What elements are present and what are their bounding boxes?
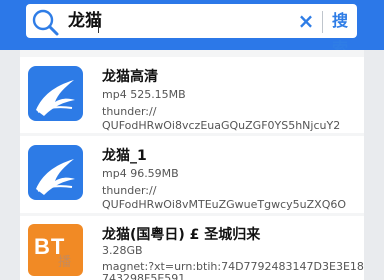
result-title: 龙猫(国粤日) £ 圣城归来 xyxy=(102,227,261,243)
search-input[interactable]: 龙猫 xyxy=(68,8,102,34)
result-meta: mp4 96.59MB xyxy=(102,167,179,180)
watermark: 播 xyxy=(58,255,72,270)
result-link: thunder:// xyxy=(102,184,157,197)
result-list: 龙猫高清 mp4 525.15MB thunder:// QUFodHRwOi8… xyxy=(20,50,364,280)
search-box[interactable]: 龙猫 × 搜索 xyxy=(26,4,357,58)
result-link: thunder:// xyxy=(102,105,157,118)
bt-icon: BT xyxy=(28,224,83,276)
list-item[interactable]: 龙猫_1 mp4 96.59MB thunder:// QUFodHRwOi8v… xyxy=(20,136,364,213)
result-link: QUFodHRwOi8vczEuaGQuZGF0YS5hNjcuY2 xyxy=(102,119,341,132)
search-icon[interactable] xyxy=(30,7,60,37)
text-cursor xyxy=(98,13,99,33)
close-icon[interactable]: × xyxy=(294,7,318,35)
result-meta: mp4 525.15MB xyxy=(102,88,186,101)
result-link: QUFodHRwOi8vMTEuZGwueTgwcy5uZXQ6O xyxy=(102,198,347,211)
result-title: 龙猫高清 xyxy=(102,69,158,85)
result-meta: 3.28GB xyxy=(102,244,143,257)
list-item[interactable]: 龙猫高清 mp4 525.15MB thunder:// QUFodHRwOi8… xyxy=(20,57,364,133)
list-item[interactable]: BT 龙猫(国粤日) £ 圣城归来 3.28GB magnet:?xt=urn:… xyxy=(20,216,364,280)
thunder-bird-icon xyxy=(28,66,83,121)
result-title: 龙猫_1 xyxy=(102,148,147,164)
divider xyxy=(322,11,323,33)
result-link: 743298F5E591 xyxy=(102,272,186,280)
top-bar: 龙猫 × 搜索 xyxy=(0,0,384,58)
thunder-bird-icon xyxy=(28,145,83,200)
